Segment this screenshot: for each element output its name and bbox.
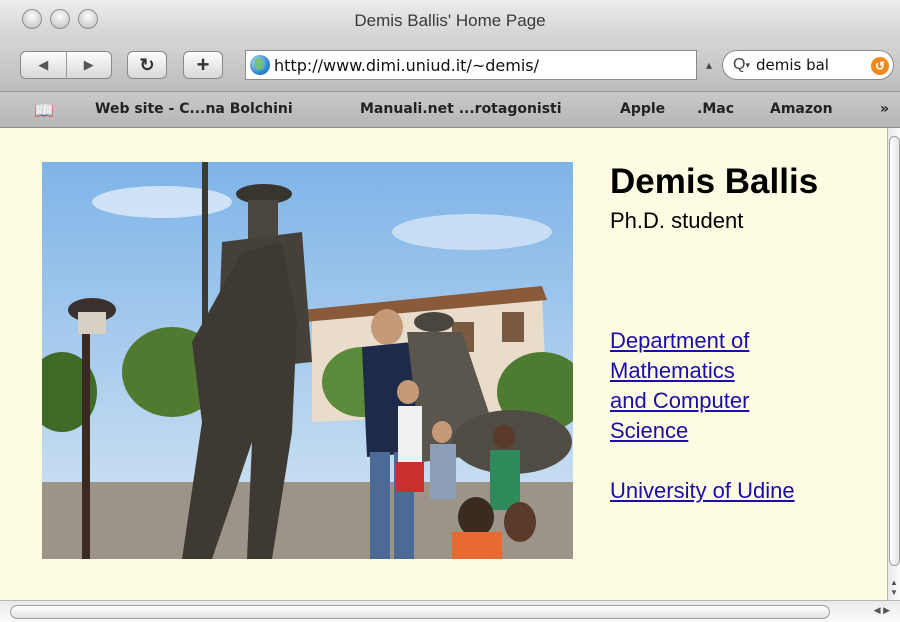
vertical-scrollbar[interactable]: ▲ ▼ (887, 128, 900, 600)
department-link-line-3[interactable]: and Computer (610, 386, 795, 416)
search-input-text: demis bal (755, 56, 829, 74)
bookmark-item[interactable]: Amazon (770, 101, 833, 117)
snapback-icon[interactable]: ↺ (871, 57, 889, 75)
back-forward-control: ◀ ▶ (20, 51, 112, 79)
page-content: Demis Ballis Ph.D. student Department of… (0, 128, 887, 600)
url-text: http://www.dimi.uniud.it/~demis/ (274, 55, 539, 75)
vertical-scroll-arrows-icon[interactable]: ▲ ▼ (888, 578, 900, 598)
person-role: Ph.D. student (610, 208, 744, 233)
profile-photo (42, 162, 573, 559)
horizontal-scroll-thumb[interactable] (10, 605, 830, 619)
forward-button[interactable]: ▶ (67, 52, 112, 78)
affiliation-links: Department of Mathematics and Computer S… (610, 326, 795, 506)
url-history-caret-icon[interactable]: ▴ (706, 58, 712, 72)
browser-toolbar: ◀ ▶ ↻ + http://www.dimi.uniud.it/~demis/… (0, 42, 900, 92)
search-menu-chevron-icon: ▾ (745, 59, 750, 70)
search-icon: Q (733, 56, 746, 73)
back-button[interactable]: ◀ (21, 52, 67, 78)
vertical-scroll-thumb[interactable] (889, 136, 900, 566)
bookmark-item[interactable]: Apple (620, 101, 665, 117)
back-arrow-icon: ◀ (38, 57, 49, 72)
window-title: Demis Ballis' Home Page (354, 11, 546, 30)
bookmark-item[interactable]: Manuali.net ...rotagonisti (360, 101, 562, 117)
department-link-line-1[interactable]: Department of (610, 326, 795, 356)
person-name: Demis Ballis (610, 162, 819, 201)
department-link-line-4[interactable]: Science (610, 416, 795, 446)
window-titlebar: Demis Ballis' Home Page (0, 0, 900, 42)
university-link[interactable]: University of Udine (610, 476, 795, 506)
reload-button[interactable]: ↻ (127, 51, 167, 79)
reload-icon: ↻ (139, 54, 155, 75)
bookmark-item[interactable]: Web site - C...na Bolchini (95, 101, 293, 117)
bookmark-item[interactable]: .Mac (697, 101, 734, 117)
plus-icon: + (196, 52, 210, 77)
globe-icon (250, 55, 270, 75)
bookmarks-bar: 📖 Web site - C...na Bolchini Manuali.net… (0, 92, 900, 128)
open-book-icon[interactable]: 📖 (34, 101, 54, 121)
horizontal-scroll-arrows-icon[interactable]: ◀ ▶ (874, 605, 890, 616)
address-bar[interactable]: http://www.dimi.uniud.it/~demis/ (245, 50, 697, 80)
horizontal-scrollbar[interactable]: ◀ ▶ (0, 600, 900, 622)
add-bookmark-button[interactable]: + (183, 51, 223, 79)
department-link-line-2[interactable]: Mathematics (610, 356, 795, 386)
bookmarks-overflow-chevron-icon[interactable]: » (880, 101, 889, 117)
forward-arrow-icon: ▶ (83, 57, 94, 72)
search-field[interactable]: Q ▾ demis bal ↺ (722, 50, 894, 80)
